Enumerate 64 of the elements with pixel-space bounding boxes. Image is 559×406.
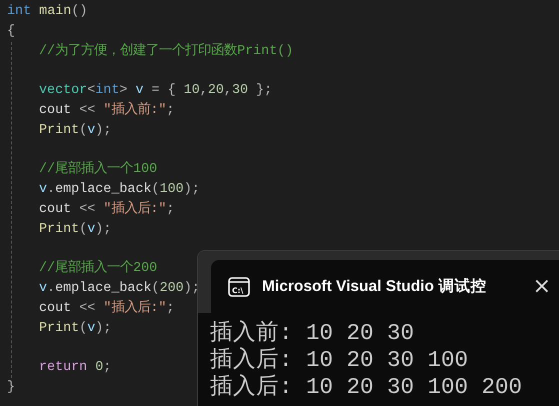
code-token: 10	[184, 82, 200, 100]
code-token: 30	[232, 82, 248, 100]
code-token: <	[87, 82, 96, 100]
code-token: <<	[78, 102, 96, 120]
code-token: .	[47, 280, 56, 298]
code-comment: //尾部插入一个200	[39, 259, 158, 278]
code-token: v	[39, 181, 48, 200]
code-token: "插入前:"	[103, 100, 166, 120]
console-output-line: 插入后: 10 20 30 100 200	[210, 374, 524, 401]
code-token: };	[255, 82, 272, 100]
code-token: );	[95, 122, 112, 140]
code-token: cout	[39, 200, 72, 219]
code-token: (	[152, 181, 160, 200]
code-token: v	[87, 122, 96, 140]
code-token: emplace_back	[55, 280, 152, 298]
code-token: 20	[208, 82, 224, 100]
code-token: vector	[39, 82, 88, 100]
code-token: ;	[166, 200, 174, 219]
code-token: <<	[78, 300, 96, 318]
code-token: Print	[39, 220, 80, 239]
code-token: {	[7, 22, 16, 41]
code-token: main	[39, 3, 72, 21]
code-token: ;	[103, 359, 112, 378]
code-token: = {	[150, 82, 177, 100]
code-token: ;	[166, 102, 174, 120]
code-token: );	[184, 280, 200, 298]
console-title: Microsoft Visual Studio 调试控	[262, 277, 486, 297]
code-comment: //尾部插入一个100	[39, 160, 158, 180]
code-token: v	[87, 220, 96, 239]
code-token: (	[79, 220, 88, 239]
code-token: >	[119, 82, 128, 100]
code-comment: //为了方便，创建了一个打印函数Print()	[39, 42, 294, 61]
code-token: int	[95, 82, 120, 100]
code-token: );	[184, 181, 200, 200]
code-token: <<	[78, 200, 96, 219]
close-button[interactable]: ×	[532, 274, 551, 299]
code-token: );	[95, 320, 112, 338]
code-token: cout	[39, 102, 72, 120]
code-token: 0	[95, 359, 104, 378]
code-token: v	[135, 82, 144, 100]
code-token: "插入后:"	[103, 200, 166, 219]
console-output-line: 插入前: 10 20 30	[210, 320, 416, 347]
code-token: ,	[224, 82, 232, 100]
code-token: v	[39, 280, 48, 298]
code-token: (	[79, 320, 88, 338]
code-token: emplace_back	[55, 181, 152, 200]
code-token: Print	[39, 122, 80, 140]
code-token: 100	[160, 181, 184, 200]
code-token: Print	[39, 320, 80, 338]
code-token: }	[7, 379, 16, 398]
code-token: 200	[160, 280, 184, 298]
code-token: ,	[200, 82, 208, 100]
code-token: (	[152, 280, 160, 298]
code-token: int	[7, 3, 32, 21]
code-token: (	[79, 122, 88, 140]
console-output-line: 插入后: 10 20 30 100	[210, 347, 470, 374]
code-token: v	[87, 320, 96, 338]
code-token: .	[47, 181, 56, 200]
code-token: ()	[71, 3, 88, 21]
code-token: return	[39, 359, 88, 378]
code-token: "插入后:"	[103, 298, 166, 318]
code-token: cout	[39, 300, 72, 318]
code-token: );	[95, 220, 112, 239]
code-token: ;	[166, 300, 174, 318]
